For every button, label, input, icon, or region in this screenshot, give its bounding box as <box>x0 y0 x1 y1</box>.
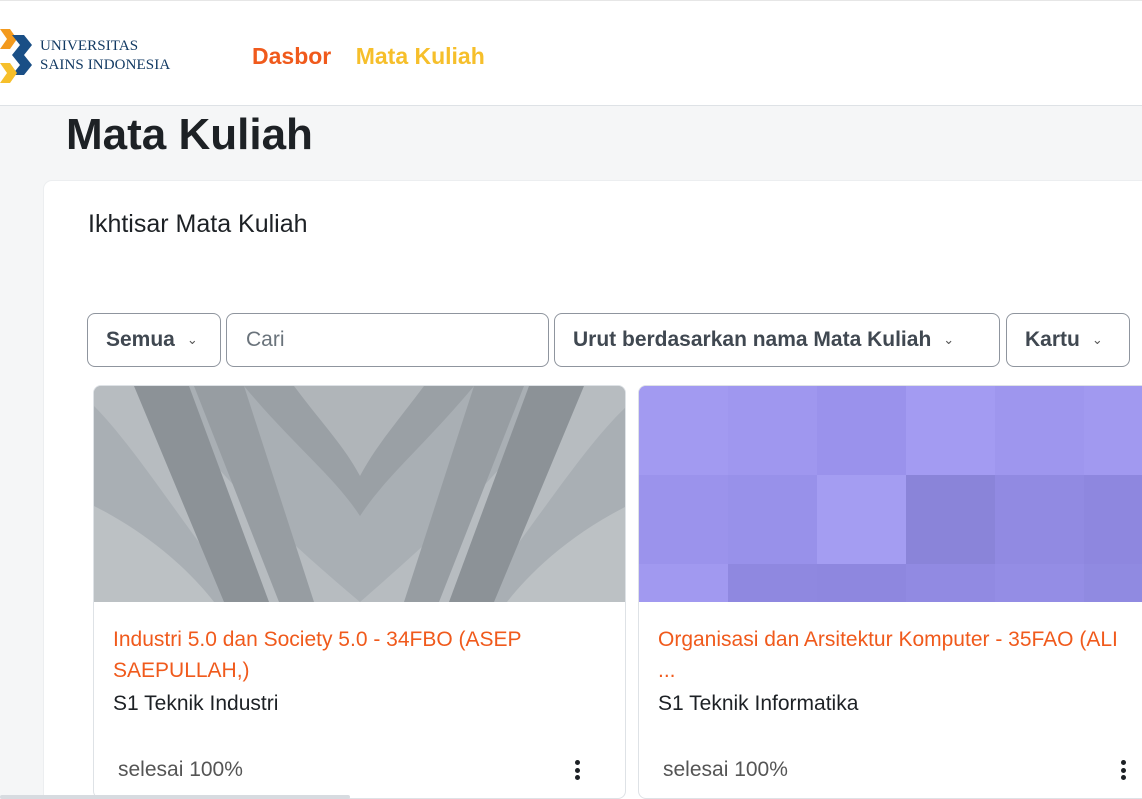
course-image[interactable] <box>94 386 625 602</box>
course-pattern-icon <box>94 386 625 602</box>
logo-mark-icon <box>0 29 32 83</box>
kebab-menu-icon[interactable] <box>569 756 585 784</box>
sort-dropdown[interactable]: Urut berdasarkan nama Mata Kuliah ⌄ <box>554 313 1000 367</box>
sort-dropdown-label: Urut berdasarkan nama Mata Kuliah <box>573 328 932 351</box>
course-pattern-icon <box>639 386 1142 602</box>
course-image[interactable] <box>639 386 1142 602</box>
logo-line-1: UNIVERSITAS <box>40 38 139 54</box>
view-dropdown-label: Kartu <box>1025 328 1080 351</box>
grouping-dropdown-label: Semua <box>106 328 175 351</box>
course-name-link[interactable]: Industri 5.0 dan Society 5.0 - 34FBO (AS… <box>113 624 613 686</box>
course-category: S1 Teknik Industri <box>113 692 279 715</box>
chevron-down-icon: ⌄ <box>186 332 198 347</box>
course-progress: selesai 100% <box>663 758 788 781</box>
block-title: Ikhtisar Mata Kuliah <box>88 210 308 238</box>
course-card: Organisasi dan Arsitektur Komputer - 35F… <box>638 385 1142 799</box>
logo-line-2: SAINS INDONESIA <box>40 57 171 73</box>
grouping-dropdown[interactable]: Semua ⌄ <box>87 313 221 367</box>
logo-text: UNIVERSITAS SAINS INDONESIA <box>40 37 170 75</box>
university-logo[interactable]: UNIVERSITAS SAINS INDONESIA <box>0 25 200 89</box>
search-input[interactable] <box>246 328 526 352</box>
course-category: S1 Teknik Informatika <box>658 692 859 715</box>
nav-link-dasbor[interactable]: Dasbor <box>252 43 331 69</box>
horizontal-scrollbar[interactable] <box>0 795 350 799</box>
chevron-down-icon: ⌄ <box>943 332 955 347</box>
top-navbar: UNIVERSITAS SAINS INDONESIA Dasbor Mata … <box>0 0 1142 106</box>
nav-link-mata-kuliah[interactable]: Mata Kuliah <box>356 43 485 69</box>
primary-navigation: Dasbor Mata Kuliah <box>252 43 505 70</box>
course-card: Industri 5.0 dan Society 5.0 - 34FBO (AS… <box>93 385 626 799</box>
chevron-down-icon: ⌄ <box>1091 332 1103 347</box>
kebab-menu-icon[interactable] <box>1115 756 1131 784</box>
course-name-link[interactable]: Organisasi dan Arsitektur Komputer - 35F… <box>658 624 1142 686</box>
view-dropdown[interactable]: Kartu ⌄ <box>1006 313 1130 367</box>
course-progress: selesai 100% <box>118 758 243 781</box>
page-title: Mata Kuliah <box>66 110 313 159</box>
course-search[interactable] <box>226 313 549 367</box>
